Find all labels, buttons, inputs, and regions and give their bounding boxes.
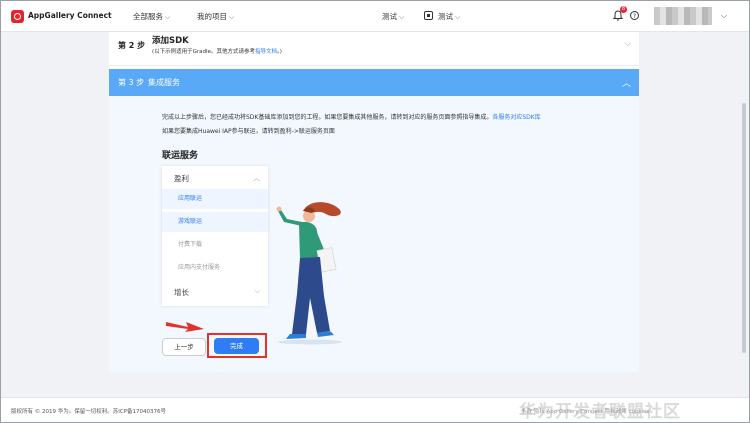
chevron-down-icon: ⌵ [165,13,171,21]
chevron-down-icon: ⌵ [229,13,235,21]
chevron-down-icon[interactable]: ⌵ [255,287,260,296]
nav-my-projects[interactable]: 我的项目 ⌵ [197,11,234,22]
chevron-up-icon[interactable]: ︿ [622,76,631,89]
chevron-down-icon: ⌵ [455,13,461,21]
top-bar: AppGallery Connect 全部服务 ⌵ 我的项目 ⌵ 测试 ⌵ 测试 ⌵ 8… [1,1,749,32]
appgallery-logo-icon[interactable] [11,10,24,23]
chevron-down-icon: ⌵ [399,13,405,21]
nav-all-services[interactable]: 全部服务 ⌵ [133,11,170,22]
done-button[interactable]: 完成 [214,338,259,354]
step-2-number: 第 2 步 [118,41,146,50]
step-3-body: 完成以上步骤后，您已经成功将SDK基础库添加到您的工程。如果您要集成其他服务，请… [109,96,639,372]
step-2-subtitle-prefix: (以下示例适用于Gradle。其他方式请参考 [152,49,255,55]
menu-group-monetize[interactable]: 盈利 [174,173,189,184]
woman-illustration [276,202,342,345]
menu-item-in-app-payment[interactable]: 应用内支付服务 [162,258,268,278]
guide-doc-link[interactable]: 指导文档 [255,49,277,55]
previous-step-button[interactable]: 上一步 [162,338,206,356]
step-2-subtitle: (以下示例适用于Gradle。其他方式请参考指导文档。) [152,47,282,55]
step-3-description: 完成以上步骤后，您已经成功将SDK基础库添加到您的工程。如果您要集成其他服务，请… [162,112,541,121]
nav-all-services-label: 全部服务 [133,12,163,21]
step-2-section[interactable]: 第 2 步 添加SDK (以下示例适用于Gradle。其他方式请参考指导文档。)… [109,32,639,66]
section-title: 联运服务 [162,151,199,161]
app-selector-label: 测试 [438,12,453,21]
project-selector[interactable]: 测试 ⌵ [382,11,404,22]
project-selector-label: 测试 [382,12,397,21]
service-menu: 盈利 ︿ 应用联运 游戏联运 付费下载 应用内支付服务 增长 ⌵ [162,166,268,306]
brand-name[interactable]: AppGallery Connect [28,11,112,20]
notification-badge: 8 [620,6,627,13]
chevron-up-icon[interactable]: ︿ [253,173,260,183]
app-icon [424,11,433,20]
chevron-down-icon[interactable]: ⌵ [624,39,631,49]
scrollbar[interactable] [741,33,747,393]
app-selector[interactable]: 测试 ⌵ [438,11,460,22]
pointer-arrow-icon [166,322,204,332]
iap-hint: 如果您要集成Huawei IAP参与联运，请转到盈利->联运服务页面 [162,128,335,135]
step-2-subtitle-suffix: 。) [276,49,282,55]
step-2-title: 添加SDK [152,36,189,46]
watermark: 华为开发者联盟社区 [519,402,681,422]
chevron-down-icon[interactable]: ⌵ [721,11,727,21]
menu-group-growth[interactable]: 增长 [174,287,189,298]
nav-my-projects-label: 我的项目 [197,12,227,21]
menu-item-app-joint-operation[interactable]: 应用联运 [162,189,268,209]
user-avatar[interactable] [654,7,712,25]
step-3-description-text: 完成以上步骤后，您已经成功将SDK基础库添加到您的工程。如果您要集成其他服务，请… [162,114,493,121]
sdk-library-link[interactable]: 各服务对应SDK库 [492,114,540,121]
step-3-title: 集成服务 [148,78,180,87]
step-3-header[interactable]: 第 3 步 集成服务 ︿ [109,69,639,96]
scrollbar-thumb[interactable] [742,103,746,353]
footer-copyright: 版权所有 © 2019 华为。保留一切权利。苏ICP备17040376号 [11,409,167,415]
integration-panel: 第 2 步 添加SDK (以下示例适用于Gradle。其他方式请参考指导文档。)… [109,32,639,372]
menu-item-paid-download[interactable]: 付费下载 [162,235,268,255]
app-window: AppGallery Connect 全部服务 ⌵ 我的项目 ⌵ 测试 ⌵ 测试 ⌵ 8… [0,0,750,423]
menu-item-game-joint-operation[interactable]: 游戏联运 [162,212,268,232]
step-3-number: 第 3 步 [118,78,145,87]
help-icon[interactable]: ? [630,11,639,20]
